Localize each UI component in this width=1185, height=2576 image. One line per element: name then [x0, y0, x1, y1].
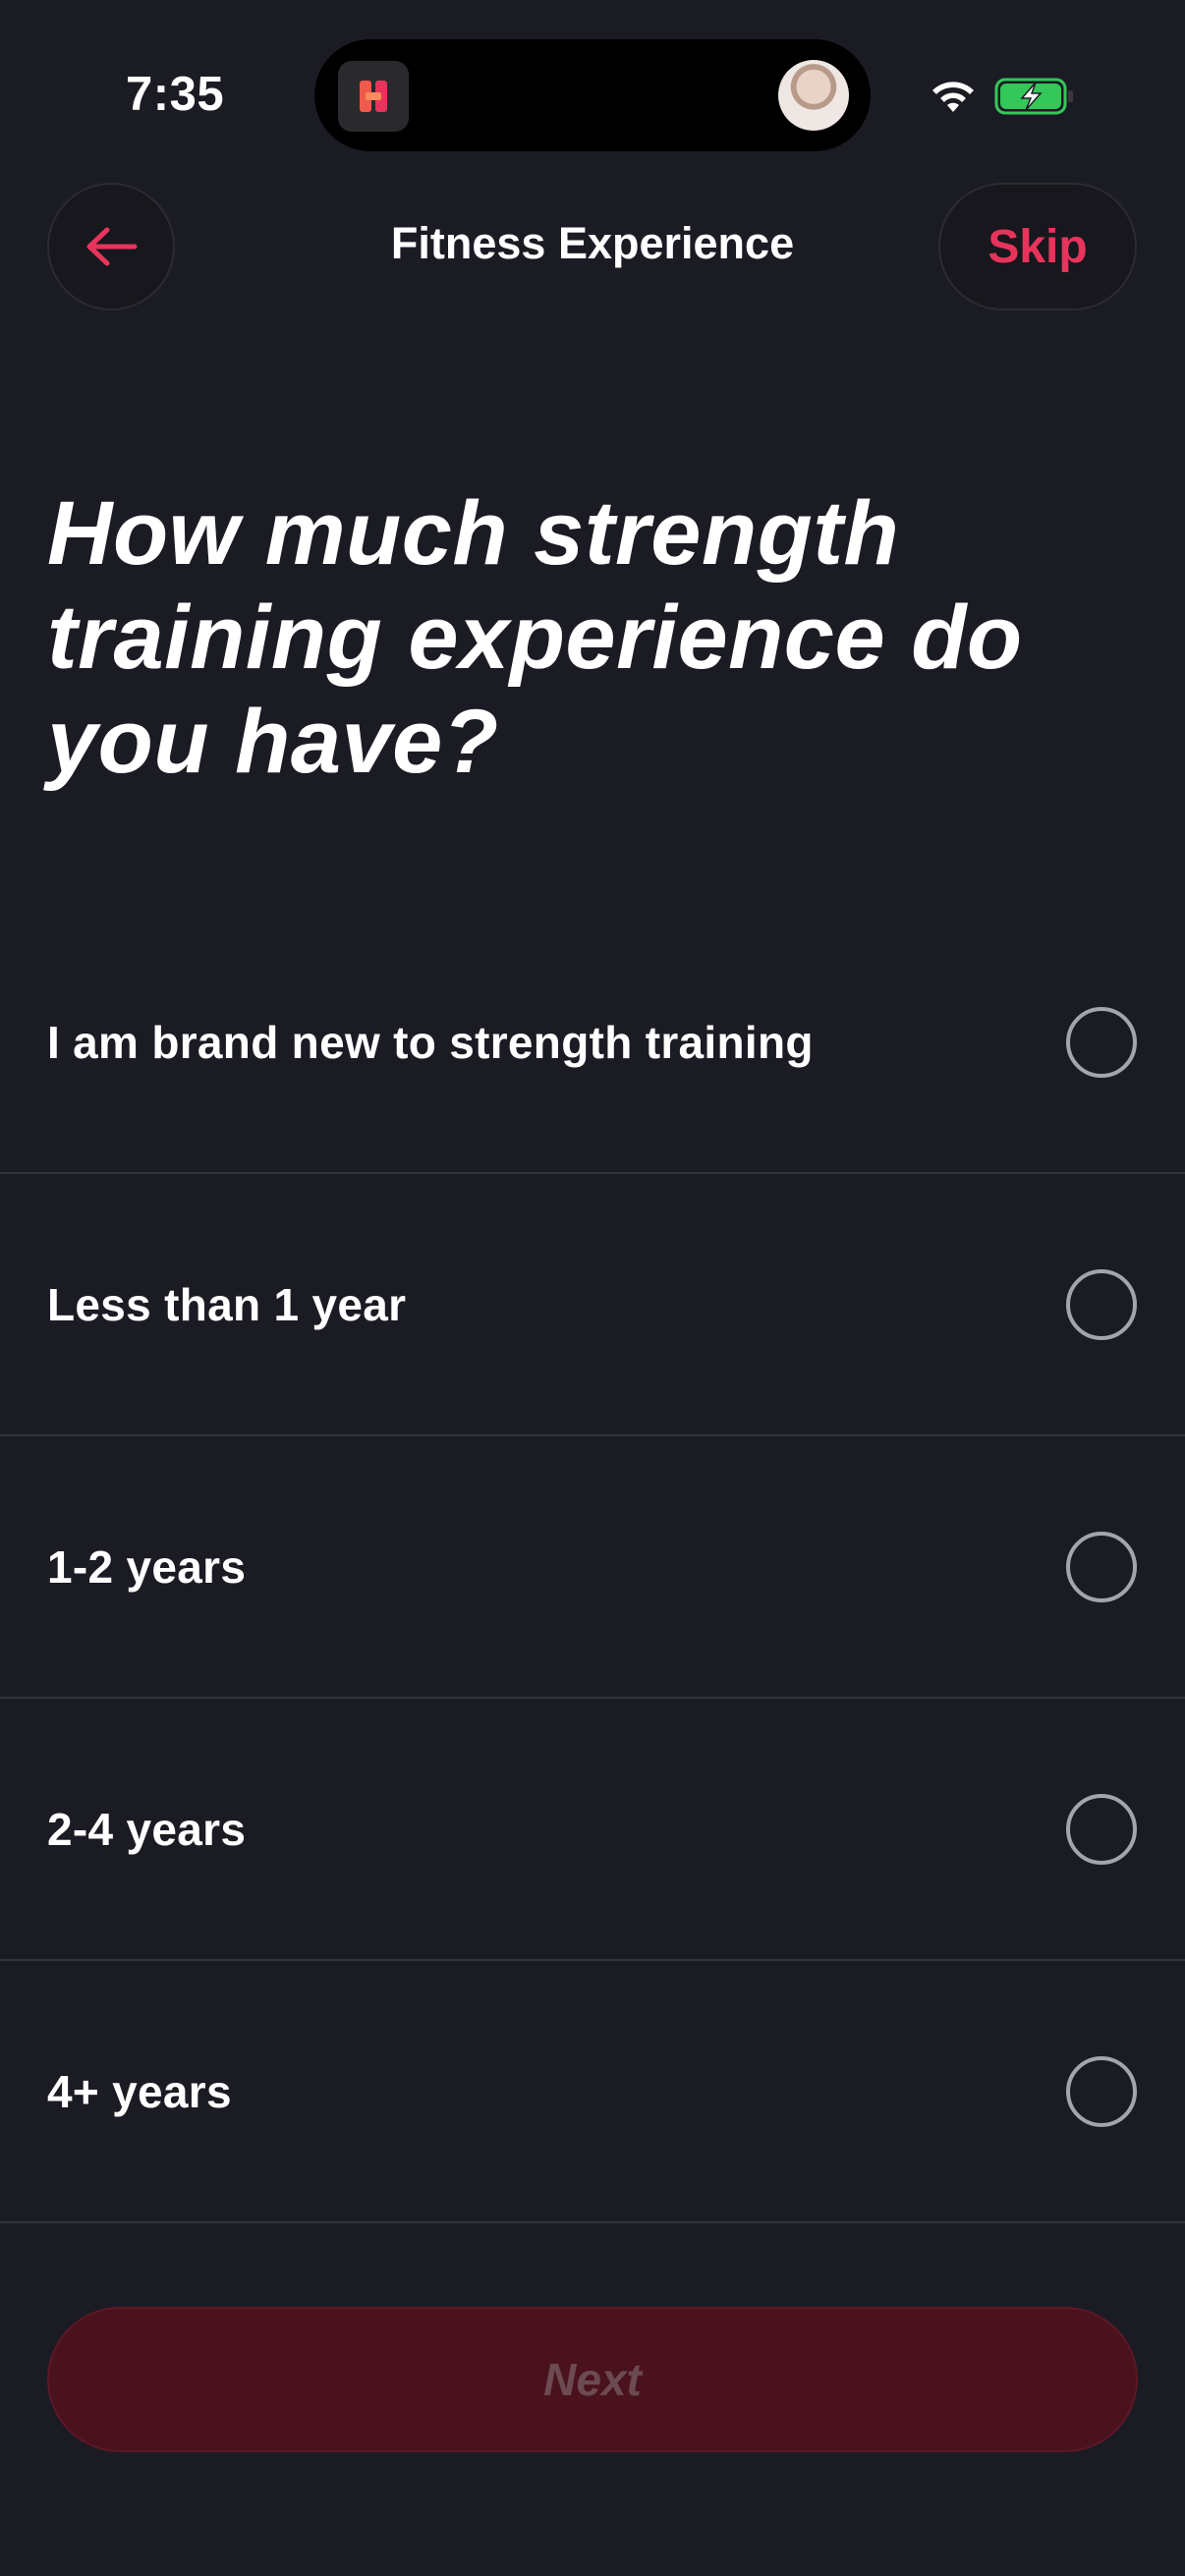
page-title: Fitness Experience	[390, 218, 795, 268]
battery-charging-icon	[994, 78, 1073, 115]
radio-button[interactable]	[1066, 1794, 1137, 1865]
avatar	[778, 60, 849, 131]
next-button[interactable]: Next	[47, 2307, 1138, 2452]
wifi-icon	[932, 82, 974, 112]
option-4-plus-years[interactable]: 4+ years	[0, 1961, 1185, 2223]
option-1-2-years[interactable]: 1-2 years	[0, 1436, 1185, 1699]
radio-button[interactable]	[1066, 2056, 1137, 2127]
option-label: 2-4 years	[47, 1804, 247, 1855]
question-heading: How much strength training experience do…	[47, 483, 1023, 792]
option-label: 4+ years	[47, 2066, 232, 2117]
skip-button[interactable]: Skip	[938, 183, 1137, 310]
dynamic-island	[314, 39, 871, 151]
back-button[interactable]	[47, 183, 175, 310]
status-time: 7:35	[126, 68, 225, 121]
option-label: I am brand new to strength training	[47, 1017, 814, 1068]
option-label: 1-2 years	[47, 1541, 247, 1593]
option-label: Less than 1 year	[47, 1279, 407, 1330]
radio-button[interactable]	[1066, 1269, 1137, 1340]
arrow-left-icon	[86, 227, 138, 266]
experience-options: I am brand new to strength training Less…	[0, 912, 1185, 2223]
option-2-4-years[interactable]: 2-4 years	[0, 1699, 1185, 1961]
option-less-than-1-year[interactable]: Less than 1 year	[0, 1174, 1185, 1436]
radio-button[interactable]	[1066, 1532, 1137, 1602]
app-icon	[338, 61, 409, 132]
radio-button[interactable]	[1066, 1007, 1137, 1078]
option-brand-new[interactable]: I am brand new to strength training	[0, 912, 1185, 1174]
